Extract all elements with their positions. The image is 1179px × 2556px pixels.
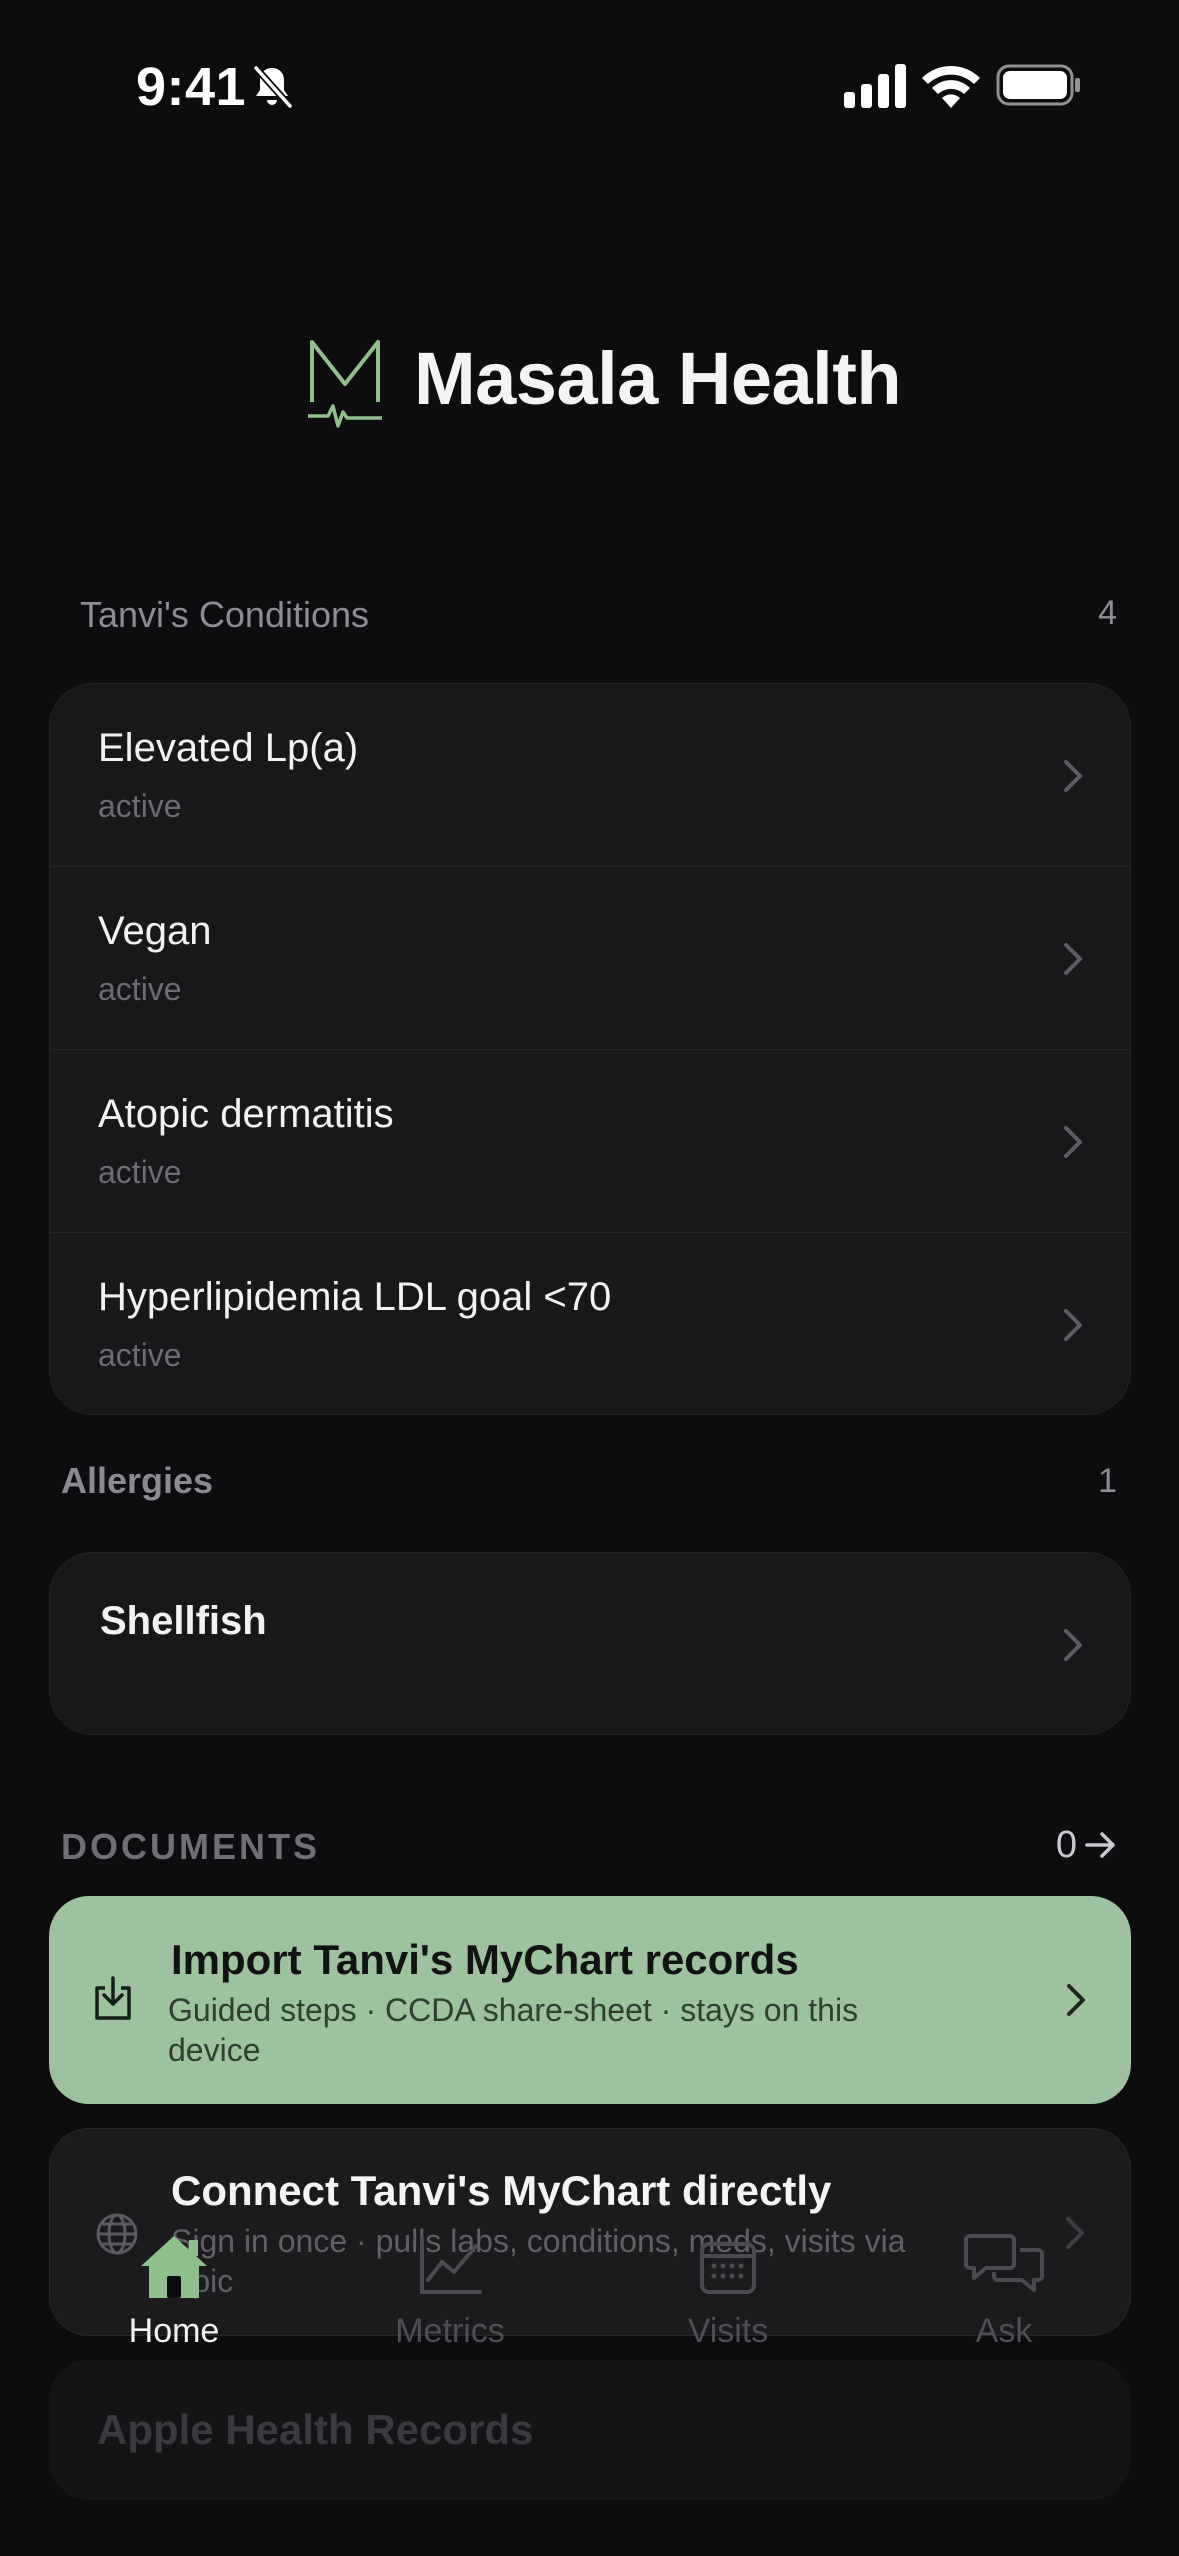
tab-ask[interactable]: Ask (884, 2200, 1124, 2400)
condition-row[interactable]: Hyperlipidemia LDL goal <70 active (50, 1233, 1130, 1414)
condition-row[interactable]: Atopic dermatitis active (50, 1050, 1130, 1233)
import-card-title: Import Tanvi's MyChart records (171, 1936, 799, 1983)
tab-label: Ask (975, 2312, 1033, 2350)
tab-label: Metrics (395, 2312, 505, 2350)
calendar-icon (700, 2242, 756, 2294)
status-bar: 9:41 (0, 0, 1179, 170)
cellular-signal-icon (844, 64, 906, 108)
chevron-right-icon (1064, 1309, 1082, 1341)
chat-bubbles-icon (964, 2234, 1044, 2292)
allergy-row[interactable]: Shellfish (50, 1553, 1130, 1734)
wifi-icon (922, 65, 980, 108)
documents-section-label: DOCUMENTS (61, 1826, 320, 1867)
condition-row[interactable]: Elevated Lp(a) active (50, 684, 1130, 867)
condition-status: active (98, 971, 182, 1007)
documents-count: 0 (1055, 1823, 1077, 1866)
conditions-section-label: Tanvi's Conditions (80, 594, 370, 635)
tab-label: Home (128, 2312, 220, 2350)
condition-status: active (98, 1154, 182, 1190)
app-title: Masala Health (414, 337, 902, 420)
chevron-right-icon (1067, 1984, 1085, 2016)
chevron-right-icon (1064, 1126, 1082, 1158)
chevron-right-icon (1064, 760, 1082, 792)
condition-status: active (98, 1337, 182, 1373)
import-mychart-card[interactable]: Import Tanvi's MyChart records Guided st… (49, 1896, 1131, 2104)
download-tray-icon (95, 1976, 131, 2020)
conditions-count: 4 (1098, 594, 1117, 632)
arrow-right-icon (1085, 1832, 1115, 1858)
import-card-subtitle: Guided steps · CCDA share-sheet · stays … (168, 1992, 859, 2068)
condition-title: Atopic dermatitis (98, 1092, 394, 1136)
battery-icon (996, 64, 1080, 106)
tab-bar: Home Metrics Visits Ask (0, 2200, 1179, 2400)
condition-row[interactable]: Vegan active (50, 867, 1130, 1050)
condition-status: active (98, 788, 182, 824)
condition-title: Hyperlipidemia LDL goal <70 (98, 1275, 612, 1319)
chart-icon (420, 2236, 482, 2294)
tab-visits[interactable]: Visits (608, 2200, 848, 2400)
chevron-right-icon (1064, 943, 1082, 975)
bell-muted-icon (253, 65, 293, 109)
condition-title: Elevated Lp(a) (98, 726, 359, 770)
status-time: 9:41 (136, 57, 247, 117)
chevron-right-icon (1064, 1629, 1082, 1661)
condition-title: Vegan (98, 909, 212, 953)
documents-see-all[interactable]: 0 (1056, 1822, 1117, 1868)
conditions-card: Elevated Lp(a) active Vegan active Atopi… (49, 683, 1131, 1415)
tab-home[interactable]: Home (54, 2200, 294, 2400)
tab-label: Visits (687, 2312, 769, 2350)
home-icon (141, 2236, 207, 2298)
allergies-card: Shellfish (49, 1552, 1131, 1735)
allergies-count: 1 (1098, 1462, 1117, 1500)
allergies-section-label: Allergies (61, 1460, 214, 1501)
tab-metrics[interactable]: Metrics (330, 2200, 570, 2400)
masala-logo-icon (308, 340, 382, 428)
allergy-title: Shellfish (100, 1599, 267, 1643)
apple-health-records-title: Apple Health Records (97, 2406, 534, 2453)
